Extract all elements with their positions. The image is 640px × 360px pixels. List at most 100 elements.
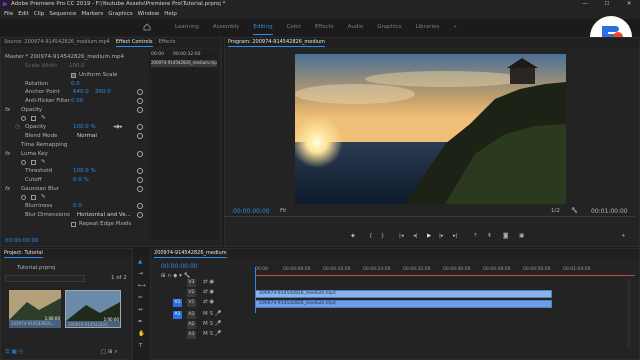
menu-graphics[interactable]: Graphics <box>108 9 132 19</box>
track-toggles-icon[interactable]: ⇄ ◉ <box>203 299 214 305</box>
reset-icon[interactable] <box>137 203 143 209</box>
ec-footer-timecode[interactable]: 00:00:00:00 <box>5 238 39 244</box>
program-scrubber[interactable] <box>225 216 635 217</box>
reset-icon[interactable] <box>137 89 143 95</box>
reset-icon[interactable] <box>137 107 143 113</box>
program-timecode[interactable]: 00:00:00:00 <box>233 208 270 215</box>
tab-project[interactable]: Project: Tutorial <box>4 249 43 258</box>
selection-tool-icon[interactable]: ▲ <box>138 259 142 265</box>
anti-flicker-value[interactable]: 0.00 <box>71 97 83 106</box>
add-button-icon[interactable]: + <box>621 233 626 239</box>
tab-source[interactable]: Source: 200974-914542826_medium.mp4 <box>4 38 110 47</box>
project-item-thumbnail[interactable]: 200974-914542826... 1:00:00 <box>9 290 61 328</box>
tab-effect-controls[interactable]: Effect Controls <box>115 38 153 47</box>
repeat-edge-checkbox[interactable] <box>71 222 76 227</box>
work-area-bar[interactable] <box>255 275 635 276</box>
tab-effects[interactable]: Effects <box>159 38 176 47</box>
menu-help[interactable]: Help <box>164 9 177 19</box>
track-toggles-icon[interactable]: ⇄ ◉ <box>203 279 214 285</box>
minimize-button[interactable]: — <box>574 0 596 9</box>
fit-select[interactable]: Fit <box>280 208 286 214</box>
ripple-edit-icon[interactable]: ⟷ <box>138 283 146 289</box>
workspace-assembly[interactable]: Assembly <box>213 19 240 35</box>
menu-file[interactable]: File <box>4 9 13 19</box>
go-to-out-icon[interactable]: ▸| <box>453 233 458 239</box>
step-forward-icon[interactable]: |▸ <box>439 233 444 239</box>
pen-mask-icon[interactable]: ✎ <box>41 114 46 123</box>
ellipse-mask-icon[interactable] <box>21 195 26 200</box>
track-label-v3[interactable]: V3 <box>187 279 196 287</box>
cutoff-value[interactable]: 0.0 % <box>73 176 89 185</box>
track-toggles-icon[interactable]: M S 🎤 <box>203 311 222 317</box>
camera-icon[interactable]: ◙ <box>503 233 508 239</box>
track-toggles-icon[interactable]: M S 🎤 <box>203 331 222 337</box>
pen-mask-icon[interactable]: ✎ <box>41 158 46 167</box>
workspace-libraries[interactable]: Libraries <box>416 19 440 35</box>
lift-icon[interactable]: ⇡ <box>473 233 478 239</box>
type-tool-icon[interactable]: T <box>139 343 142 349</box>
mark-out-icon[interactable]: } <box>381 233 385 239</box>
play-icon[interactable]: ▶ <box>427 233 431 239</box>
blurriness-value[interactable]: 0.0 <box>73 202 82 211</box>
close-button[interactable]: ✕ <box>618 0 640 9</box>
step-back-icon[interactable]: ◂| <box>413 233 418 239</box>
workspace-editing[interactable]: Editing <box>253 19 273 35</box>
home-icon[interactable] <box>143 23 151 31</box>
workspace-overflow-button[interactable]: » <box>453 19 456 35</box>
workspace-learning[interactable]: Learning <box>175 19 199 35</box>
ellipse-mask-icon[interactable] <box>21 116 26 121</box>
reset-icon[interactable] <box>137 168 143 174</box>
reset-icon[interactable] <box>137 177 143 183</box>
tab-sequence[interactable]: 200974-914542826_medium <box>154 249 227 258</box>
menu-clip[interactable]: Clip <box>34 9 44 19</box>
reset-icon[interactable] <box>137 124 143 130</box>
rectangle-mask-icon[interactable] <box>31 195 36 200</box>
uniform-scale-checkbox[interactable] <box>71 73 76 78</box>
project-search-input[interactable] <box>5 275 85 282</box>
reset-icon[interactable] <box>137 98 143 104</box>
maximize-button[interactable]: ☐ <box>596 0 618 9</box>
workspace-graphics[interactable]: Graphics <box>377 19 401 35</box>
track-label-v2[interactable]: V2 <box>187 289 196 297</box>
comparison-view-icon[interactable]: ▣ <box>519 233 524 239</box>
workspace-audio[interactable]: Audio <box>348 19 364 35</box>
menu-window[interactable]: Window <box>138 9 160 19</box>
source-patch-a1[interactable]: A1 <box>173 311 182 319</box>
hand-tool-icon[interactable]: ✋ <box>138 331 145 337</box>
new-item-icon[interactable]: ▢ ⊞ ⌕ <box>101 349 117 356</box>
track-toggles-icon[interactable]: M S 🎤 <box>203 321 222 327</box>
track-label-a3[interactable]: A3 <box>187 331 196 339</box>
reset-icon[interactable] <box>137 133 143 139</box>
blend-mode-select[interactable]: Normal <box>77 132 97 141</box>
go-to-in-icon[interactable]: |◂ <box>399 233 404 239</box>
timeline-timecode[interactable]: 00:00:00:00 <box>161 263 198 270</box>
rectangle-mask-icon[interactable] <box>31 116 36 121</box>
keyframe-nav-icon[interactable]: ◂◆▸ <box>113 123 123 132</box>
ec-clip-bar[interactable]: 200974-914542826_medium.mp4 <box>151 60 217 67</box>
track-select-icon[interactable]: ⇥ <box>138 271 143 277</box>
timeline-clip-v1[interactable]: 200974-914542826_medium.mp4 <box>255 300 552 308</box>
blur-dimensions-select[interactable]: Horizontal and Ve... <box>77 211 131 220</box>
track-label-a1[interactable]: A1 <box>187 311 196 319</box>
track-toggles-icon[interactable]: ⇄ ◉ <box>203 289 214 295</box>
effect-timeline-area[interactable]: 00:00 00:00:32:00 200974-914542826_mediu… <box>149 50 219 240</box>
tab-program[interactable]: Program: 200974-914542826_medium <box>228 38 325 47</box>
timeline-clip-v2[interactable]: 200974-914542826_medium.mp4 <box>255 290 552 298</box>
mark-in-icon[interactable]: { <box>369 233 373 239</box>
rectangle-mask-icon[interactable] <box>31 160 36 165</box>
add-marker-icon[interactable]: ⬥ <box>351 233 355 240</box>
resolution-select[interactable]: 1/2 <box>551 208 560 214</box>
pen-mask-icon[interactable]: ✎ <box>41 193 46 202</box>
reset-icon[interactable] <box>137 151 143 157</box>
anchor-x-value[interactable]: 640.0 <box>73 88 89 97</box>
opacity-value[interactable]: 100.0 % <box>73 123 96 132</box>
scale-width-value[interactable]: 100.0 <box>69 62 85 71</box>
source-patch-v1[interactable]: V1 <box>173 299 182 307</box>
pen-tool-icon[interactable]: ✒ <box>138 319 143 325</box>
extract-icon[interactable]: ⇞ <box>487 233 492 239</box>
reset-icon[interactable] <box>137 186 143 192</box>
track-label-v1[interactable]: V1 <box>187 299 196 307</box>
stopwatch-icon[interactable]: ◷ <box>15 123 20 132</box>
razor-tool-icon[interactable]: ✂ <box>138 295 143 301</box>
track-label-a2[interactable]: A2 <box>187 321 196 329</box>
